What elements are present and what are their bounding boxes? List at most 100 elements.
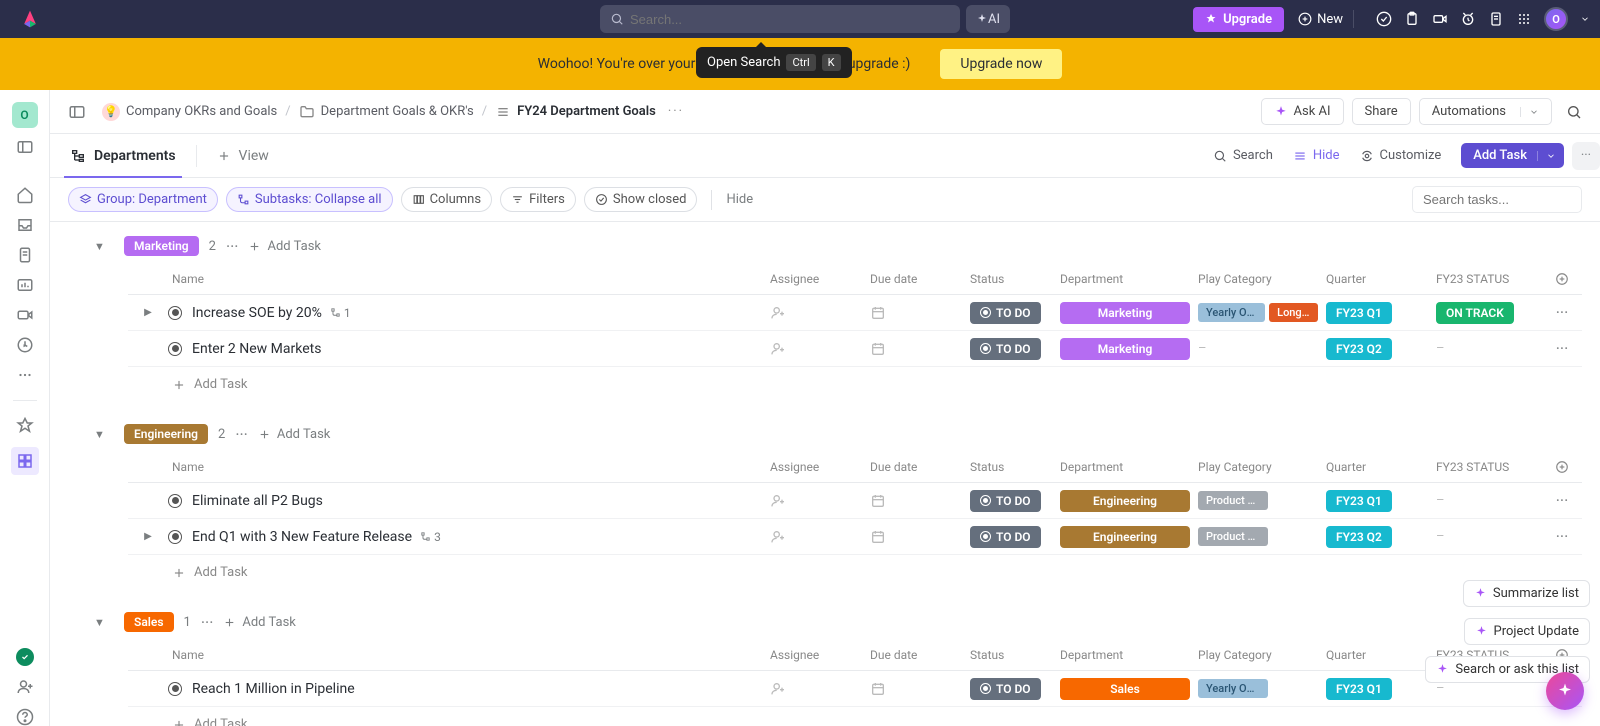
- department-pill[interactable]: Engineering: [1060, 526, 1190, 548]
- toggle-sidebar-icon[interactable]: [68, 103, 86, 121]
- tag[interactable]: Long ...: [1269, 303, 1318, 322]
- assignee-cell[interactable]: [766, 339, 866, 359]
- subtask-count[interactable]: 3: [420, 530, 441, 544]
- row-more-icon[interactable]: ···: [1542, 303, 1582, 322]
- col-name[interactable]: Name: [168, 646, 766, 664]
- duedate-cell[interactable]: [866, 339, 966, 359]
- add-column-icon[interactable]: [1542, 458, 1582, 476]
- playcategory-cell[interactable]: Product Vision and ...: [1194, 525, 1322, 548]
- workspace-badge[interactable]: O: [12, 102, 38, 128]
- quarter-pill[interactable]: FY23 Q2: [1326, 338, 1392, 360]
- department-pill[interactable]: Engineering: [1060, 490, 1190, 512]
- help-icon[interactable]: [16, 708, 34, 726]
- tasks-search-input[interactable]: [1412, 186, 1582, 213]
- tag[interactable]: Product Vision and ...: [1198, 527, 1268, 546]
- ai-fab[interactable]: [1546, 672, 1584, 710]
- quarter-pill[interactable]: FY23 Q1: [1326, 302, 1392, 324]
- expand-row-icon[interactable]: ▶: [128, 307, 168, 318]
- group-add-task-button[interactable]: Add Task: [223, 615, 296, 630]
- task-name[interactable]: Eliminate all P2 Bugs: [168, 493, 766, 509]
- chevron-down-icon[interactable]: [1520, 107, 1547, 117]
- chip-group[interactable]: Group: Department: [68, 187, 218, 212]
- inbox-icon[interactable]: [16, 216, 34, 234]
- chevron-down-icon[interactable]: [1580, 14, 1590, 24]
- upgrade-button[interactable]: Upgrade: [1193, 7, 1284, 32]
- department-pill[interactable]: Sales: [1060, 678, 1190, 700]
- app-logo[interactable]: [20, 9, 40, 29]
- playcategory-cell[interactable]: –: [1194, 339, 1322, 358]
- doc-icon[interactable]: [1488, 11, 1504, 27]
- user-avatar[interactable]: O: [1544, 7, 1568, 31]
- quarter-pill[interactable]: FY23 Q1: [1326, 490, 1392, 512]
- crumb-space[interactable]: 💡Company OKRs and Goals: [102, 103, 277, 121]
- col-name[interactable]: Name: [168, 458, 766, 476]
- col-department[interactable]: Department: [1056, 646, 1194, 664]
- duedate-cell[interactable]: [866, 491, 966, 511]
- task-name[interactable]: Increase SOE by 20%1: [168, 305, 766, 321]
- department-pill[interactable]: Marketing: [1060, 302, 1190, 324]
- new-button[interactable]: New: [1298, 12, 1343, 27]
- col-quarter[interactable]: Quarter: [1322, 646, 1432, 664]
- status-bullet-icon[interactable]: [168, 494, 182, 508]
- group-more-icon[interactable]: ···: [201, 613, 214, 632]
- list-more-icon[interactable]: ···: [668, 104, 684, 119]
- search-input[interactable]: [630, 12, 950, 27]
- add-view-button[interactable]: View: [197, 134, 289, 177]
- task-row[interactable]: Reach 1 Million in Pipeline TO DO Sales …: [128, 671, 1582, 707]
- chip-filters[interactable]: Filters: [500, 187, 576, 212]
- invite-people-icon[interactable]: [16, 678, 34, 696]
- assignee-cell[interactable]: [766, 491, 866, 511]
- status-pill[interactable]: TO DO: [970, 526, 1041, 548]
- subtask-count[interactable]: 1: [330, 306, 351, 320]
- add-task-row[interactable]: Add Task: [68, 707, 1582, 726]
- task-row[interactable]: ▶ Increase SOE by 20%1 TO DO Marketing Y…: [128, 295, 1582, 331]
- global-search[interactable]: [600, 5, 960, 33]
- spaces-icon[interactable]: [11, 447, 39, 475]
- col-assignee[interactable]: Assignee: [766, 646, 866, 664]
- fy23-status-pill[interactable]: ON TRACK: [1436, 302, 1514, 324]
- summarize-list-button[interactable]: Summarize list: [1463, 580, 1590, 607]
- favorites-icon[interactable]: [16, 417, 34, 435]
- add-task-row[interactable]: Add Task: [68, 555, 1582, 590]
- chip-columns[interactable]: Columns: [401, 187, 493, 212]
- add-task-row[interactable]: Add Task: [68, 367, 1582, 402]
- col-department[interactable]: Department: [1056, 458, 1194, 476]
- col-name[interactable]: Name: [168, 270, 766, 288]
- col-quarter[interactable]: Quarter: [1322, 270, 1432, 288]
- task-name[interactable]: Enter 2 New Markets: [168, 341, 766, 357]
- fy23status-cell[interactable]: ON TRACK: [1432, 300, 1542, 326]
- video-icon[interactable]: [1432, 11, 1448, 27]
- add-task-dropdown[interactable]: Add Task: [1461, 143, 1564, 168]
- collapse-group-icon[interactable]: ▼: [94, 428, 105, 441]
- tag[interactable]: Product Vision and ...: [1198, 491, 1268, 510]
- col-playcategory[interactable]: Play Category: [1194, 458, 1322, 476]
- task-row[interactable]: Eliminate all P2 Bugs TO DO Engineering …: [128, 483, 1582, 519]
- row-more-icon[interactable]: ···: [1542, 491, 1582, 510]
- clips-icon[interactable]: [16, 306, 34, 324]
- playcategory-cell[interactable]: Yearly OK...Long ...: [1194, 301, 1322, 324]
- status-pill[interactable]: TO DO: [970, 302, 1041, 324]
- col-assignee[interactable]: Assignee: [766, 270, 866, 288]
- expand-row-icon[interactable]: ▶: [128, 531, 168, 542]
- assignee-cell[interactable]: [766, 679, 866, 699]
- collapse-sidebar-icon[interactable]: [16, 138, 34, 156]
- hide-button[interactable]: Hide: [1283, 148, 1350, 163]
- customize-button[interactable]: Customize: [1350, 148, 1452, 163]
- col-quarter[interactable]: Quarter: [1322, 458, 1432, 476]
- col-department[interactable]: Department: [1056, 270, 1194, 288]
- check-circle-icon[interactable]: [1376, 11, 1392, 27]
- chip-show-closed[interactable]: Show closed: [584, 187, 698, 212]
- chevron-down-icon[interactable]: [1537, 151, 1556, 161]
- crumb-folder[interactable]: Department Goals & OKR's: [299, 104, 474, 120]
- project-update-button[interactable]: Project Update: [1464, 618, 1590, 645]
- status-online-icon[interactable]: [16, 648, 34, 666]
- col-status[interactable]: Status: [966, 646, 1056, 664]
- group-tag[interactable]: Marketing: [124, 236, 199, 256]
- col-duedate[interactable]: Due date: [866, 458, 966, 476]
- task-name[interactable]: Reach 1 Million in Pipeline: [168, 681, 766, 697]
- group-add-task-button[interactable]: Add Task: [248, 239, 321, 254]
- quarter-pill[interactable]: FY23 Q1: [1326, 678, 1392, 700]
- ask-ai-button[interactable]: Ask AI: [1261, 98, 1344, 125]
- banner-upgrade-button[interactable]: Upgrade now: [940, 49, 1062, 79]
- share-button[interactable]: Share: [1352, 98, 1411, 125]
